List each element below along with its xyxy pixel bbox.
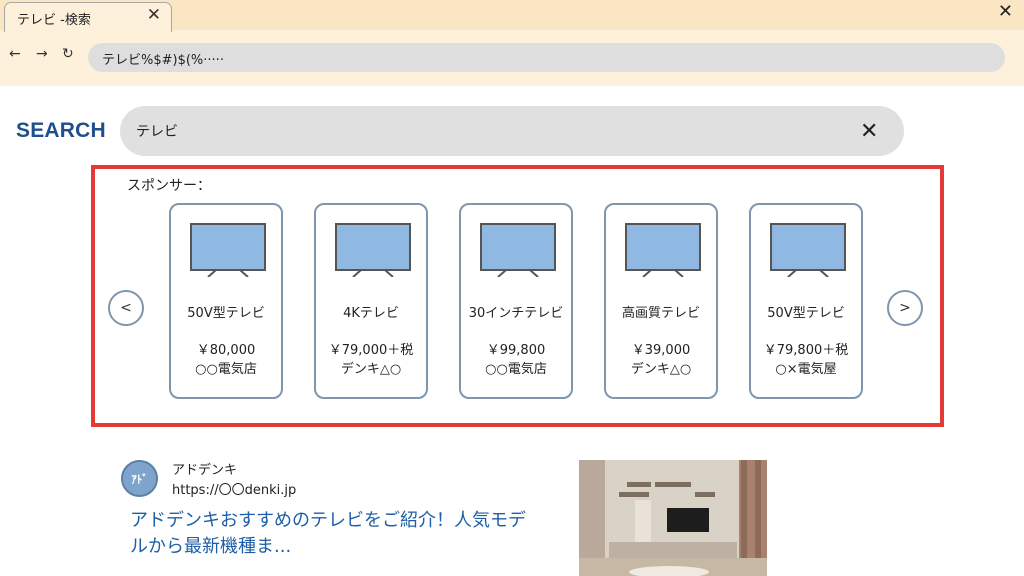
tv-icon — [770, 223, 846, 277]
card-product-name: 50V型テレビ — [767, 306, 845, 321]
sponsor-label: スポンサー： — [127, 178, 211, 194]
card-price: ￥39,000 — [631, 343, 691, 358]
tv-icon — [625, 223, 701, 277]
card-price: ￥79,800＋税 — [763, 343, 849, 358]
card-product-name: 50V型テレビ — [187, 306, 265, 321]
tab-close-icon[interactable]: ✕ — [147, 5, 161, 25]
sponsor-card[interactable]: 高画質テレビ ￥39,000 デンキ△○ — [604, 203, 718, 399]
search-logo[interactable]: SEARCH — [16, 119, 106, 143]
back-icon[interactable]: ← — [9, 46, 21, 62]
result-title-link[interactable]: アドデンキおすすめのテレビをご紹介！人気モデルから最新機種ま... — [130, 508, 530, 560]
address-bar[interactable]: テレビ%$#)$(%····· — [88, 43, 1005, 72]
tab-search[interactable]: テレビ -検索 ✕ — [4, 2, 172, 32]
tv-icon — [190, 223, 266, 277]
site-avatar: ｱﾄﾞ — [121, 460, 158, 497]
sponsor-card[interactable]: 30インチテレビ ￥99,800 ○○電気店 — [459, 203, 573, 399]
card-shop: デンキ△○ — [630, 362, 692, 377]
address-text: テレビ%$#)$(%····· — [102, 53, 224, 68]
card-price: ￥80,000 — [196, 343, 256, 358]
card-price: ￥79,000＋税 — [328, 343, 414, 358]
search-input[interactable]: テレビ ✕ — [120, 106, 904, 156]
carousel-next-button[interactable]: > — [887, 290, 923, 326]
chevron-right-icon: > — [899, 300, 911, 316]
chevron-left-icon: < — [120, 300, 132, 316]
carousel-prev-button[interactable]: < — [108, 290, 144, 326]
card-shop: デンキ△○ — [340, 362, 402, 377]
sponsor-card[interactable]: 4Kテレビ ￥79,000＋税 デンキ△○ — [314, 203, 428, 399]
tv-icon — [335, 223, 411, 277]
card-product-name: 30インチテレビ — [468, 306, 564, 321]
result-site-name: アドデンキ — [172, 463, 238, 478]
reload-icon[interactable]: ↻ — [62, 46, 74, 62]
sponsor-card[interactable]: 50V型テレビ ￥80,000 ○○電気店 — [169, 203, 283, 399]
search-query-text: テレビ — [136, 124, 178, 140]
card-price: ￥99,800 — [486, 343, 546, 358]
clear-icon[interactable]: ✕ — [860, 119, 878, 144]
card-product-name: 4Kテレビ — [343, 306, 399, 321]
browser-chrome: テレビ -検索 ✕ ✕ ← → ↻ テレビ%$#)$(%····· — [0, 0, 1024, 86]
sponsor-card[interactable]: 50V型テレビ ￥79,800＋税 ○×電気屋 — [749, 203, 863, 399]
card-shop: ○○電気店 — [485, 362, 547, 377]
card-shop: ○○電気店 — [195, 362, 257, 377]
window-close-icon[interactable]: ✕ — [998, 1, 1013, 22]
card-shop: ○×電気屋 — [775, 362, 837, 377]
result-url[interactable]: https://〇〇denki.jp — [172, 479, 296, 498]
tab-title: テレビ -検索 — [17, 13, 91, 28]
tv-icon — [480, 223, 556, 277]
card-product-name: 高画質テレビ — [621, 306, 700, 321]
forward-icon[interactable]: → — [36, 46, 48, 62]
result-thumbnail-image[interactable] — [579, 460, 767, 576]
